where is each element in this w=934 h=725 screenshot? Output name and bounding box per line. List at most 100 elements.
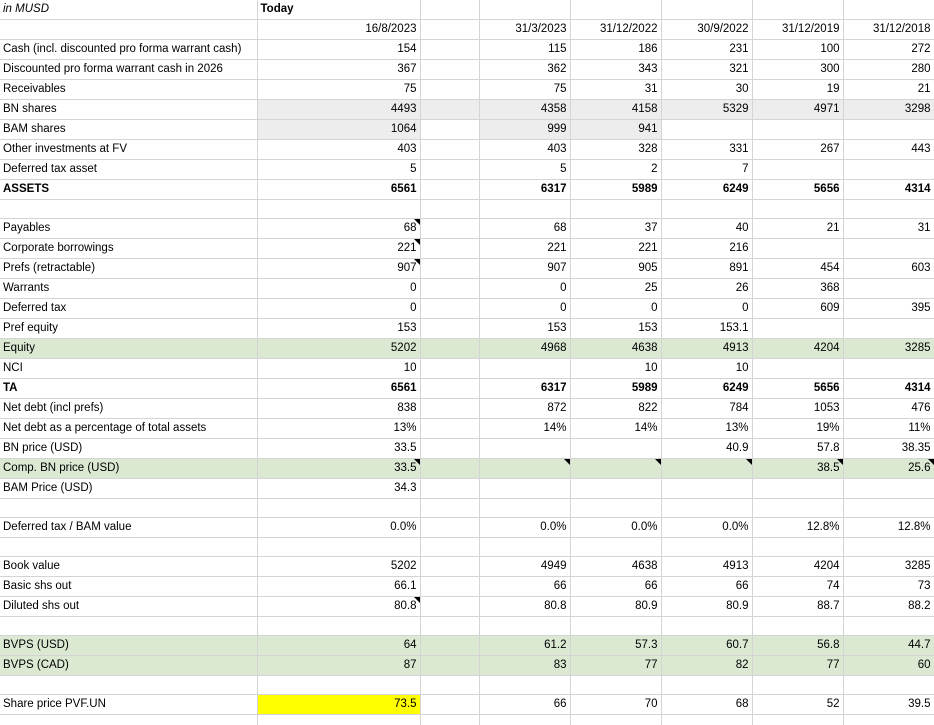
cell-d3[interactable] (661, 714, 753, 725)
spacer-cell[interactable] (420, 59, 480, 80)
cell-d2[interactable] (570, 199, 662, 219)
cell-d1[interactable] (479, 537, 571, 557)
cell-d3[interactable] (661, 478, 753, 499)
cell-d4[interactable]: 56.8 (752, 635, 844, 656)
cell-d4[interactable]: 12.8% (752, 517, 844, 538)
cell-d2[interactable]: 4158 (570, 99, 662, 120)
cell-d5[interactable]: 476 (843, 398, 934, 419)
cell-d2[interactable]: 77 (570, 655, 662, 676)
spacer-cell[interactable] (420, 517, 480, 538)
cell-d4[interactable]: 368 (752, 278, 844, 299)
row-label-cell[interactable]: Net debt as a percentage of total assets (0, 418, 258, 439)
cell-d1[interactable]: 5 (479, 159, 571, 180)
cell-today[interactable]: 5 (257, 159, 421, 180)
row-label-cell[interactable]: BN price (USD) (0, 438, 258, 459)
cell-d2[interactable]: 2 (570, 159, 662, 180)
row-label-cell[interactable]: BAM shares (0, 119, 258, 140)
row-label-cell[interactable]: Share price PVF.UN (0, 694, 258, 715)
cell-d2[interactable]: 221 (570, 238, 662, 259)
cell-d5[interactable]: 395 (843, 298, 934, 319)
cell-d3[interactable]: 153.1 (661, 318, 753, 339)
cell-d4[interactable] (752, 714, 844, 725)
cell-today[interactable]: 34.3 (257, 478, 421, 499)
cell-d2[interactable]: 70 (570, 694, 662, 715)
cell-d4[interactable]: 5656 (752, 378, 844, 399)
row-label-cell[interactable]: in MUSD (0, 0, 258, 20)
cell-d5[interactable] (843, 537, 934, 557)
cell-d5[interactable]: 88.2 (843, 596, 934, 617)
cell-d3[interactable]: 891 (661, 258, 753, 279)
cell-d3[interactable] (661, 537, 753, 557)
spacer-cell[interactable] (420, 238, 480, 259)
cell-d4[interactable]: 57.8 (752, 438, 844, 459)
row-label-cell[interactable] (0, 199, 258, 219)
cell-d2[interactable]: 31 (570, 79, 662, 100)
cell-d3[interactable] (661, 119, 753, 140)
cell-d5[interactable]: 60 (843, 655, 934, 676)
cell-d2[interactable] (570, 458, 662, 479)
cell-d2[interactable]: 0.0% (570, 517, 662, 538)
cell-today[interactable]: 907 (257, 258, 421, 279)
cell-d2[interactable]: 31/12/2022 (570, 19, 662, 40)
cell-d1[interactable] (479, 478, 571, 499)
spacer-cell[interactable] (420, 258, 480, 279)
cell-today[interactable]: 13% (257, 418, 421, 439)
cell-d2[interactable] (570, 498, 662, 518)
row-label-cell[interactable]: Deferred tax (0, 298, 258, 319)
row-label-cell[interactable]: BVPS (USD) (0, 635, 258, 656)
cell-d3[interactable] (661, 616, 753, 636)
cell-today[interactable]: 64 (257, 635, 421, 656)
cell-d3[interactable] (661, 199, 753, 219)
spacer-cell[interactable] (420, 458, 480, 479)
cell-d3[interactable]: 4913 (661, 338, 753, 359)
cell-d4[interactable]: 1053 (752, 398, 844, 419)
cell-today[interactable]: 6561 (257, 378, 421, 399)
today-header-cell[interactable]: Today (257, 0, 421, 20)
row-label-cell[interactable]: NCI (0, 358, 258, 379)
cell-today[interactable]: 80.8 (257, 596, 421, 617)
cell-d4[interactable] (752, 119, 844, 140)
cell-today[interactable]: 403 (257, 139, 421, 160)
cell-d4[interactable]: 21 (752, 218, 844, 239)
cell-d3[interactable]: 331 (661, 139, 753, 160)
row-label-cell[interactable] (0, 714, 258, 725)
cell-d3[interactable]: 80.9 (661, 596, 753, 617)
cell-d3[interactable]: 6249 (661, 179, 753, 200)
row-label-cell[interactable]: Corporate borrowings (0, 238, 258, 259)
row-label-cell[interactable]: Diluted shs out (0, 596, 258, 617)
cell-d1[interactable]: 66 (479, 694, 571, 715)
cell-d4[interactable]: 300 (752, 59, 844, 80)
cell-d1[interactable]: 907 (479, 258, 571, 279)
cell-d2[interactable]: 0 (570, 298, 662, 319)
cell-today[interactable]: 75 (257, 79, 421, 100)
cell-d5[interactable] (843, 238, 934, 259)
cell-d4[interactable]: 88.7 (752, 596, 844, 617)
cell-d1[interactable]: 66 (479, 576, 571, 597)
cell-d2[interactable] (570, 616, 662, 636)
cell-today[interactable]: 0 (257, 278, 421, 299)
cell-d4[interactable] (752, 675, 844, 695)
cell-d1[interactable]: 999 (479, 119, 571, 140)
cell-today[interactable] (257, 498, 421, 518)
cell-d5[interactable] (843, 358, 934, 379)
cell-d5[interactable] (843, 498, 934, 518)
cell-d5[interactable] (843, 119, 934, 140)
cell-d1[interactable]: 153 (479, 318, 571, 339)
cell-d3[interactable]: 82 (661, 655, 753, 676)
cell-d1[interactable] (479, 714, 571, 725)
cell-d3[interactable]: 30/9/2022 (661, 19, 753, 40)
cell-d3[interactable]: 7 (661, 159, 753, 180)
cell-d1[interactable] (479, 458, 571, 479)
cell-today[interactable]: 33.5 (257, 438, 421, 459)
cell-d5[interactable]: 25.6 (843, 458, 934, 479)
row-label-cell[interactable]: Equity (0, 338, 258, 359)
cell-d4[interactable]: 100 (752, 39, 844, 60)
cell-d2[interactable]: 941 (570, 119, 662, 140)
cell-today[interactable] (257, 616, 421, 636)
cell-d1[interactable]: 362 (479, 59, 571, 80)
cell-today[interactable]: 68 (257, 218, 421, 239)
row-label-cell[interactable] (0, 537, 258, 557)
row-label-cell[interactable]: Pref equity (0, 318, 258, 339)
cell-d4[interactable]: 31/12/2019 (752, 19, 844, 40)
cell-d1[interactable]: 75 (479, 79, 571, 100)
